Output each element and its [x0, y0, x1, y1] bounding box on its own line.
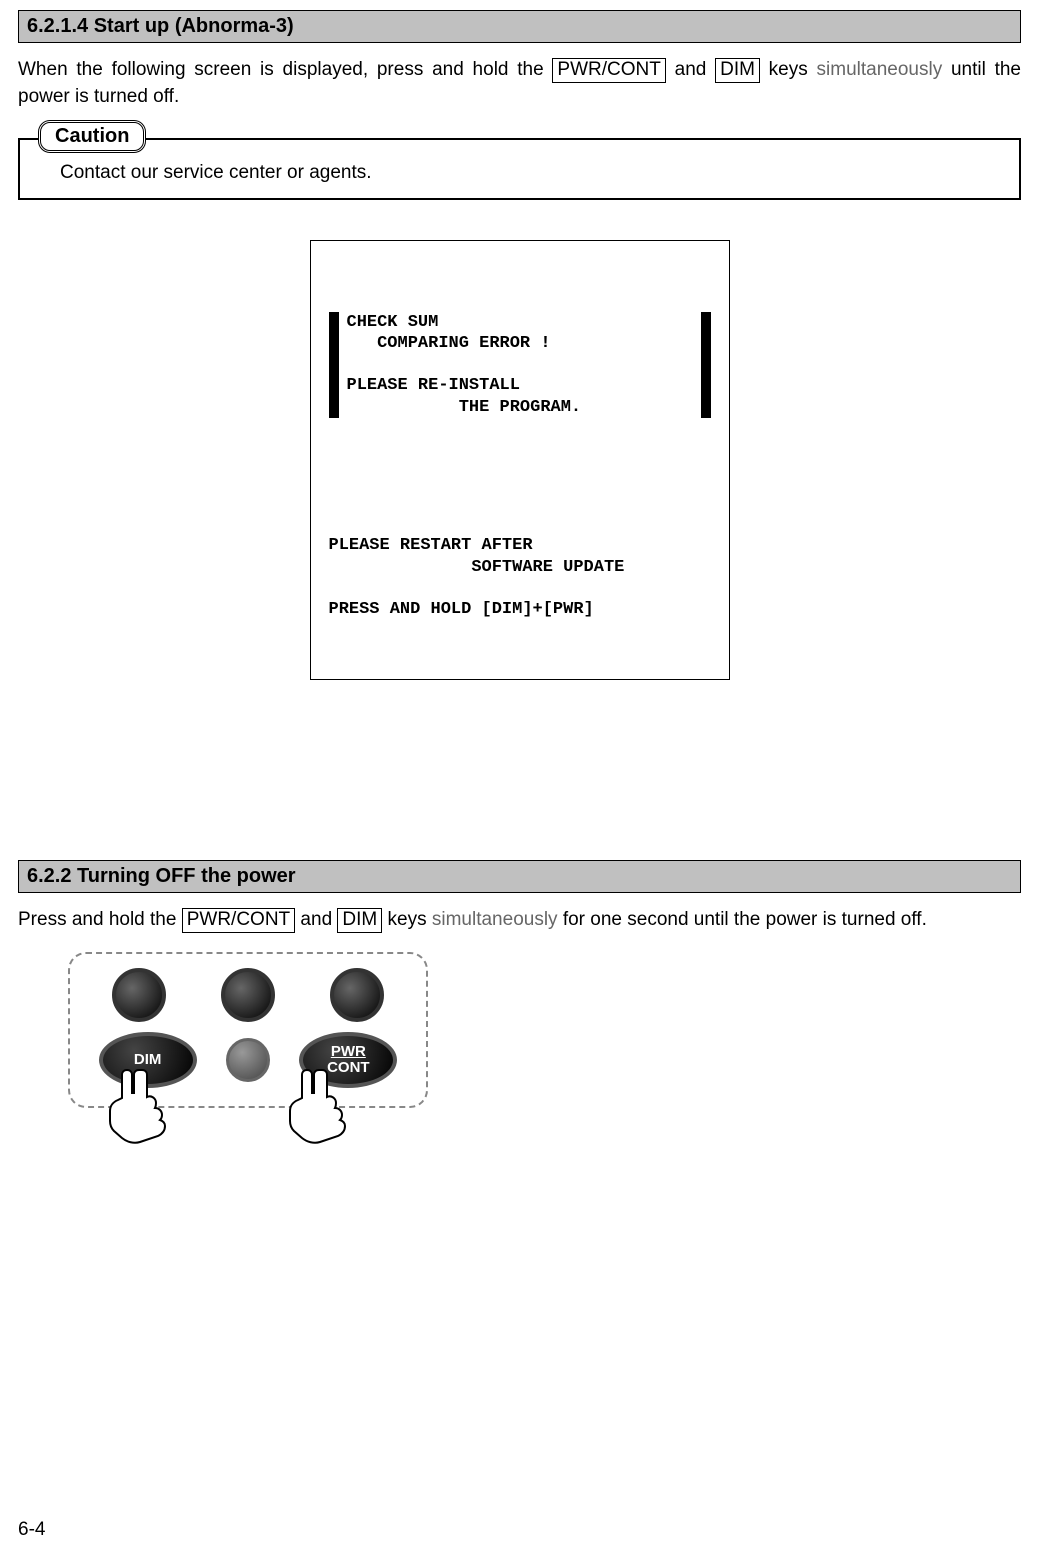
- txt-faded: simultaneously: [817, 59, 943, 80]
- txt-faded: simultaneously: [432, 909, 558, 930]
- section-heading-1: 6.2.1.4 Start up (Abnorma-3): [18, 10, 1021, 43]
- txt: and: [666, 59, 715, 80]
- right-bar-icon: [701, 312, 711, 418]
- knob-icon: [221, 968, 275, 1022]
- knob-row: [84, 968, 412, 1022]
- key-dim: DIM: [715, 58, 760, 83]
- txt: for one second until the power is turned…: [558, 909, 927, 930]
- pwr-line2: CONT: [327, 1059, 370, 1076]
- small-round-button[interactable]: [226, 1038, 270, 1082]
- knob-icon: [112, 968, 166, 1022]
- page-number: 6-4: [18, 1519, 45, 1541]
- left-bar-icon: [329, 312, 339, 418]
- dim-button-label: DIM: [134, 1052, 162, 1068]
- section-heading-2: 6.2.2 Turning OFF the power: [18, 860, 1021, 893]
- knob-icon: [330, 968, 384, 1022]
- screen-top-block: CHECK SUM COMPARING ERROR ! PLEASE RE-IN…: [329, 312, 711, 418]
- key-pwr-cont: PWR/CONT: [182, 908, 295, 933]
- txt: When the following screen is displayed, …: [18, 59, 552, 80]
- device-panel-wrap: DIM PWR CONT: [18, 952, 1021, 1108]
- txt: keys: [382, 909, 432, 930]
- caution-block: Caution Contact our service center or ag…: [18, 138, 1021, 200]
- dim-button[interactable]: DIM: [99, 1032, 197, 1088]
- pwr-cont-button[interactable]: PWR CONT: [299, 1032, 397, 1088]
- section1-paragraph: When the following screen is displayed, …: [18, 57, 1021, 110]
- device-panel: DIM PWR CONT: [68, 952, 428, 1108]
- screen-top-text: CHECK SUM COMPARING ERROR ! PLEASE RE-IN…: [345, 312, 695, 418]
- error-screen: CHECK SUM COMPARING ERROR ! PLEASE RE-IN…: [310, 240, 730, 680]
- txt: Press and hold the: [18, 909, 182, 930]
- pwr-cont-button-label: PWR CONT: [327, 1044, 370, 1076]
- txt: and: [295, 909, 337, 930]
- key-dim: DIM: [337, 908, 382, 933]
- caution-text: Contact our service center or agents.: [18, 138, 1021, 200]
- pwr-line1: PWR: [327, 1044, 370, 1060]
- error-screen-wrap: CHECK SUM COMPARING ERROR ! PLEASE RE-IN…: [18, 240, 1021, 680]
- key-pwr-cont: PWR/CONT: [552, 58, 665, 83]
- button-row: DIM PWR CONT: [84, 1032, 412, 1088]
- section2-paragraph: Press and hold the PWR/CONT and DIM keys…: [18, 907, 1021, 934]
- screen-bottom-text: PLEASE RESTART AFTER SOFTWARE UPDATE PRE…: [329, 535, 711, 620]
- caution-label: Caution: [38, 120, 146, 153]
- txt: keys: [760, 59, 817, 80]
